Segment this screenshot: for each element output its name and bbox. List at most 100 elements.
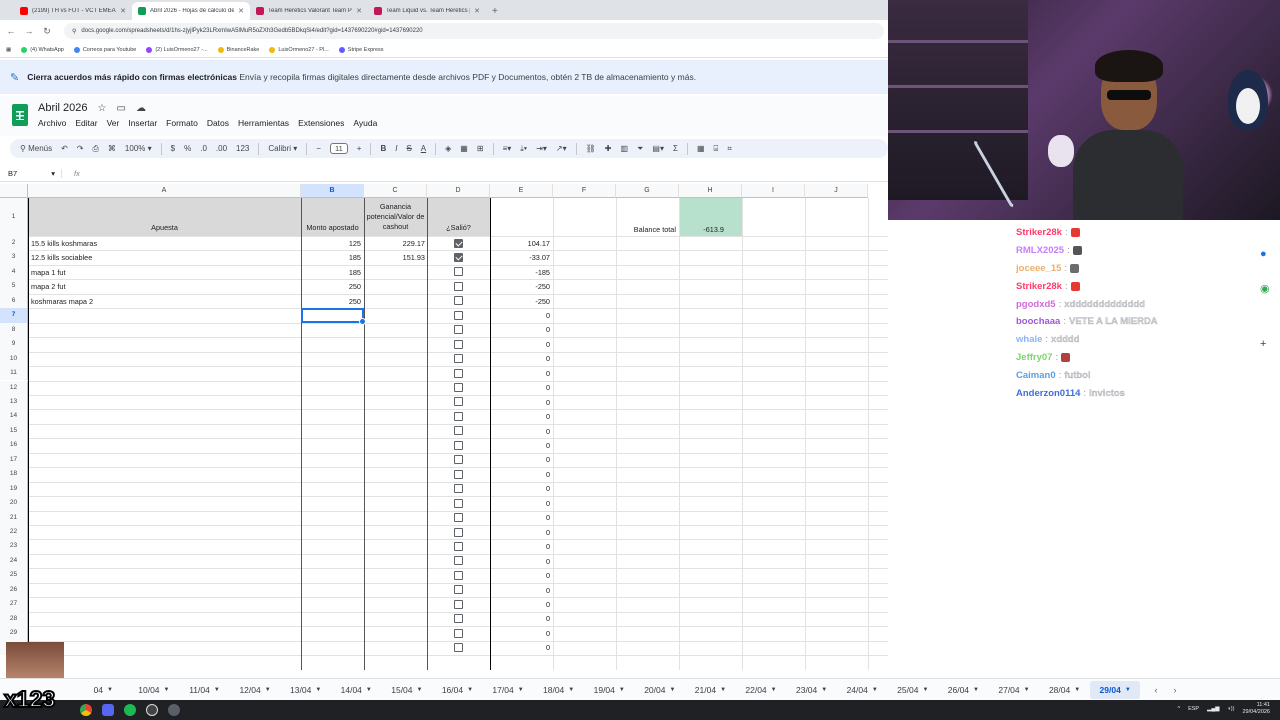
cell-monto[interactable] [301, 539, 364, 553]
column-header-f[interactable]: F [553, 184, 616, 198]
salio-checkbox[interactable] [454, 368, 463, 378]
chat-username[interactable]: Caiman0 [1016, 370, 1056, 381]
chat-username[interactable]: Striker28k [1016, 227, 1062, 238]
chevron-down-icon[interactable]: ▼ [821, 687, 827, 693]
sheet-tab[interactable]: 28/04 ▼ [1039, 681, 1090, 699]
app-icon[interactable] [168, 704, 180, 716]
browser-tab[interactable]: (2199) TH vs FUT - VCT EMEA ✕ [14, 2, 132, 20]
cell-apuesta[interactable]: 15.5 kills koshmaras [28, 236, 301, 250]
bookmark-item[interactable]: Correos para Youtube [73, 46, 136, 53]
cell-ganancia[interactable] [364, 308, 427, 322]
insert-comment-icon[interactable]: ✚ [605, 144, 612, 153]
cell-apuesta[interactable] [28, 482, 301, 496]
selected-cell-b7[interactable] [301, 308, 366, 326]
cell-monto[interactable] [301, 641, 364, 655]
sheet-tab[interactable]: 24/04 ▼ [837, 681, 888, 699]
column-header-a[interactable]: A [28, 184, 301, 198]
cell-ganancia[interactable] [364, 438, 427, 452]
menu-insertar[interactable]: Insertar [128, 118, 157, 128]
menus-search-button[interactable]: ⚲ Menús [20, 144, 52, 153]
cell-apuesta[interactable] [28, 641, 301, 655]
row-header[interactable]: 9 [0, 337, 28, 352]
cell-apuesta[interactable] [28, 395, 301, 409]
text-wrap-icon[interactable]: ⇥▾ [536, 144, 547, 153]
chevron-down-icon[interactable]: ▼ [771, 687, 777, 693]
chat-username[interactable]: boochaaa [1016, 316, 1060, 327]
sheet-tab[interactable]: 17/04 ▼ [483, 681, 534, 699]
sheet-tab[interactable]: 13/04 ▼ [280, 681, 331, 699]
salio-checkbox[interactable] [454, 585, 463, 595]
italic-button[interactable]: I [395, 144, 397, 153]
chevron-down-icon[interactable]: ▼ [1125, 687, 1131, 693]
salio-checkbox[interactable] [454, 238, 463, 248]
font-size-input[interactable]: 11 [329, 143, 348, 154]
sheet-tab[interactable]: 16/04 ▼ [432, 681, 483, 699]
menu-archivo[interactable]: Archivo [38, 118, 66, 128]
browser-tab[interactable]: Abril 2026 - Hojas de cálculo de ✕ [132, 2, 250, 20]
row-header[interactable]: 24 [0, 553, 28, 569]
text-rotation-icon[interactable]: ↗▾ [556, 144, 567, 153]
menu-ayuda[interactable]: Ayuda [353, 118, 377, 128]
cell-ganancia[interactable] [364, 366, 427, 380]
row-header[interactable]: 14 [0, 409, 28, 424]
cell-monto[interactable] [301, 612, 364, 626]
row-header[interactable]: 4 [0, 264, 28, 280]
back-icon[interactable]: ← [6, 26, 16, 36]
apps-icon[interactable]: ▦ [6, 47, 11, 53]
salio-checkbox[interactable] [454, 440, 463, 450]
cell-ganancia[interactable] [364, 265, 427, 279]
salio-checkbox[interactable] [454, 426, 463, 436]
row-header[interactable]: 1 [0, 198, 28, 236]
cell-apuesta[interactable] [28, 352, 301, 366]
row-header[interactable]: 17 [0, 452, 28, 468]
chevron-down-icon[interactable]: ▼ [164, 687, 170, 693]
cell-ganancia[interactable] [364, 568, 427, 582]
contacts-icon[interactable]: ● [1260, 248, 1267, 260]
font-size-increase-button[interactable]: + [357, 144, 362, 153]
sheet-tab[interactable]: 18/04 ▼ [533, 681, 584, 699]
paint-bucket-icon[interactable]: ⌸ [714, 144, 719, 154]
cell-balance[interactable]: 0 [490, 467, 553, 481]
salio-checkbox[interactable] [454, 527, 463, 537]
chrome-icon[interactable] [80, 704, 92, 716]
row-header[interactable]: 8 [0, 322, 28, 338]
cell-ganancia[interactable] [364, 424, 427, 438]
cell-ganancia[interactable] [364, 323, 427, 337]
chevron-down-icon[interactable]: ▼ [973, 687, 979, 693]
filter-icon[interactable]: ⏷ [637, 144, 643, 154]
cell-ganancia[interactable] [364, 482, 427, 496]
row-header[interactable]: 19 [0, 481, 28, 497]
cell-balance[interactable]: 0 [490, 511, 553, 525]
doc-title[interactable]: Abril 2026 [38, 102, 88, 114]
redo-icon[interactable]: ↷ [77, 144, 84, 153]
chevron-down-icon[interactable]: ▼ [568, 687, 574, 693]
cell-apuesta[interactable]: mapa 2 fut [28, 279, 301, 293]
chevron-down-icon[interactable]: ▼ [720, 687, 726, 693]
salio-checkbox[interactable] [454, 354, 463, 364]
cell-monto[interactable]: 185 [301, 265, 364, 279]
cell-monto[interactable] [301, 424, 364, 438]
cell-balance[interactable]: 0 [490, 366, 553, 380]
salio-checkbox[interactable] [454, 556, 463, 566]
salio-checkbox[interactable] [454, 310, 463, 320]
bookmark-item[interactable]: (4) WhatsApp [21, 46, 64, 53]
cell-monto[interactable] [301, 409, 364, 423]
row-header[interactable]: 21 [0, 510, 28, 525]
cell-balance[interactable]: 0 [490, 496, 553, 510]
chevron-down-icon[interactable]: ▼ [467, 687, 473, 693]
cell-apuesta[interactable] [28, 568, 301, 582]
salio-checkbox[interactable] [454, 267, 463, 277]
cell-ganancia[interactable] [364, 496, 427, 510]
cell-balance[interactable]: 0 [490, 323, 553, 337]
row-header[interactable]: 11 [0, 366, 28, 381]
cell-monto[interactable] [301, 381, 364, 395]
row-header[interactable]: 5 [0, 279, 28, 294]
filter-views-icon[interactable]: ▤▾ [652, 144, 664, 153]
cell-ganancia[interactable] [364, 467, 427, 481]
language-indicator[interactable]: ESP [1188, 706, 1199, 712]
cell-apuesta[interactable] [28, 424, 301, 438]
cell-balance[interactable]: 0 [490, 453, 553, 467]
row-header[interactable]: 29 [0, 626, 28, 641]
font-select[interactable]: Calibri ▾ [268, 144, 297, 153]
bold-button[interactable]: B [380, 144, 386, 153]
